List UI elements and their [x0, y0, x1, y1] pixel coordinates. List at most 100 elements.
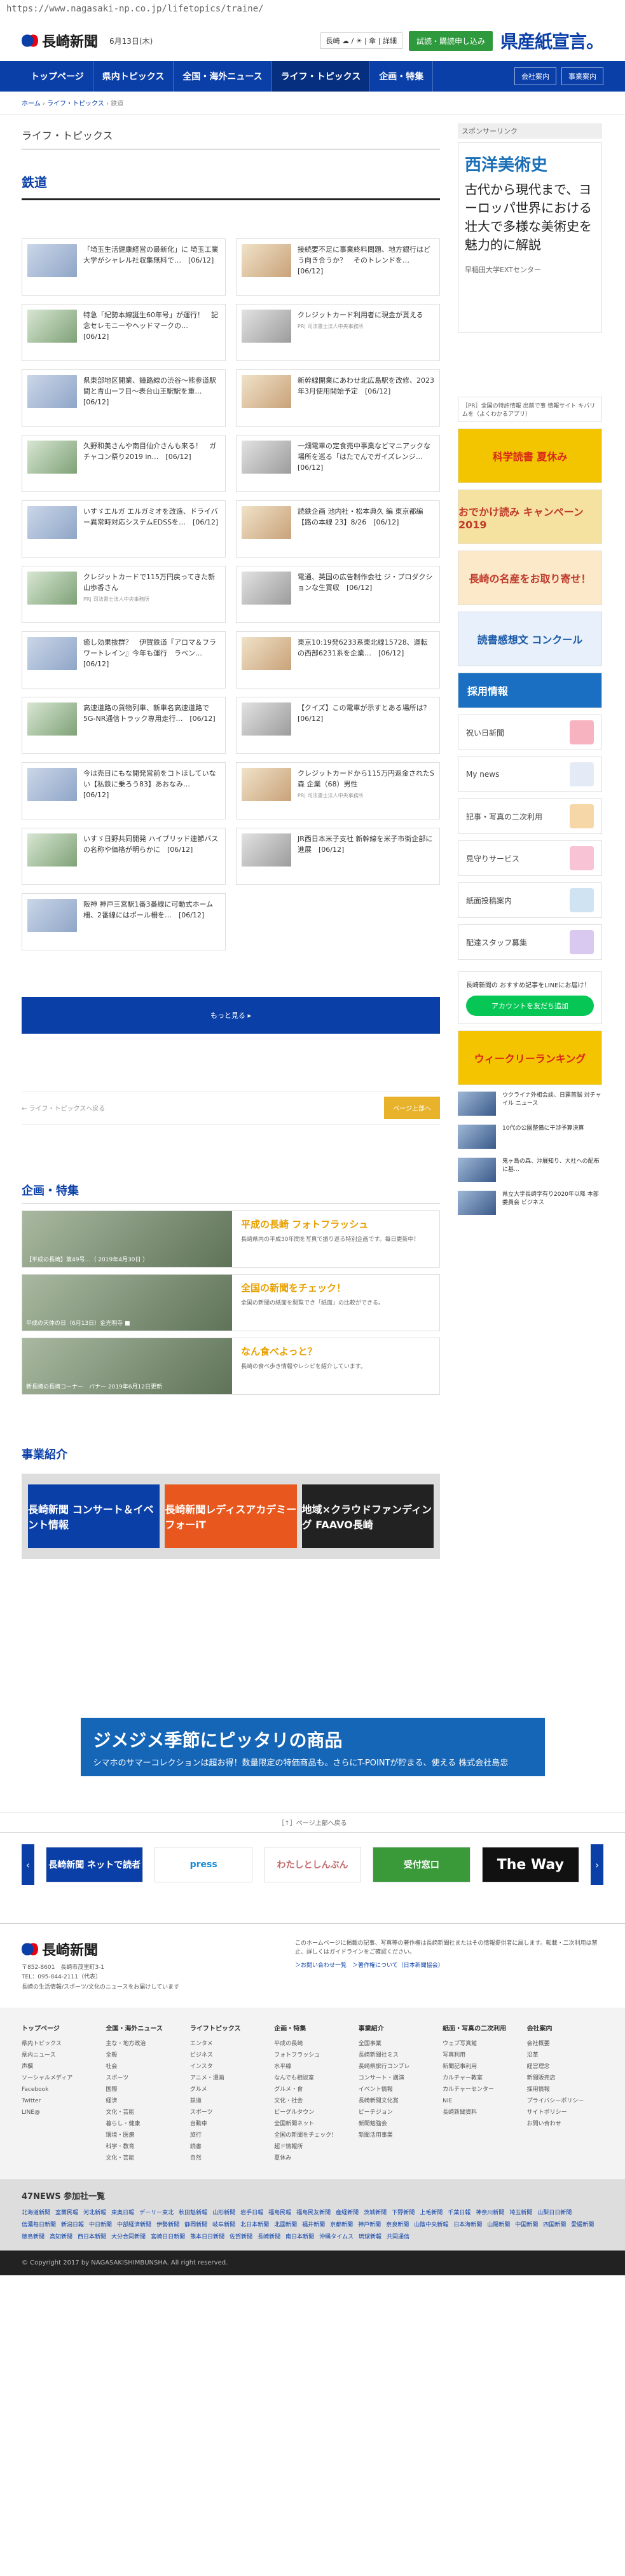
sitemap-link[interactable]: 全国事業: [359, 2038, 435, 2050]
site-logo[interactable]: 長崎新聞: [22, 31, 98, 51]
sitemap-link[interactable]: 全国新聞ネット: [274, 2118, 350, 2130]
sitemap-link[interactable]: Facebook: [22, 2084, 98, 2095]
member-link[interactable]: 山梨日日新聞: [537, 2208, 572, 2216]
member-link[interactable]: 佐賀新聞: [230, 2232, 252, 2240]
recruit-banner[interactable]: 採用情報: [458, 673, 602, 708]
member-link[interactable]: 奈良新聞: [386, 2220, 409, 2228]
article-card[interactable]: 特急「紀勢本線誕生60年号」が運行！ 記念セレモニーやヘッドマークの… [06/…: [22, 304, 226, 361]
bottom-ad[interactable]: ジメジメ季節にピッタリの商品 シマホのサマーコレクションは超お得！数量限定の特価…: [80, 1718, 545, 1776]
sitemap-link[interactable]: 自然: [190, 2153, 266, 2164]
member-link[interactable]: 沖縄タイムス: [319, 2232, 354, 2240]
sitemap-link[interactable]: 新聞活用事業: [359, 2130, 435, 2141]
sitemap-link[interactable]: 鉄道: [190, 2095, 266, 2107]
article-card[interactable]: 電通、英国の広告制作会社 ジ・プロダクションな生買収 [06/12]: [236, 566, 440, 623]
sitemap-link[interactable]: 経済: [106, 2095, 182, 2107]
weather-widget[interactable]: 長崎 ☁ / ☀ | 傘 | 詳細: [320, 32, 402, 49]
sitemap-link[interactable]: 環境・医療: [106, 2130, 182, 2141]
sitemap-link[interactable]: 長崎新聞社ミス: [359, 2050, 435, 2061]
member-link[interactable]: 伊勢新聞: [156, 2220, 179, 2228]
member-link[interactable]: 北海道新聞: [22, 2208, 50, 2216]
article-card[interactable]: いすゞエルガ エルガミオを改造、ドライバー異常時対応システムEDSSを… [06…: [22, 500, 226, 558]
sitemap-link[interactable]: 超ド情報所: [274, 2141, 350, 2153]
partner-banner[interactable]: The Way: [481, 1847, 580, 1882]
service-link[interactable]: 紙面投稿案内: [458, 882, 602, 918]
breadcrumb-life[interactable]: ライフ・トピックス: [47, 100, 104, 107]
member-link[interactable]: 河北新報: [83, 2208, 106, 2216]
sitemap-link[interactable]: Twitter: [22, 2095, 98, 2107]
sitemap-link[interactable]: 国際: [106, 2084, 182, 2095]
sitemap-link[interactable]: NIE: [443, 2095, 519, 2107]
member-link[interactable]: 福井新聞: [302, 2220, 325, 2228]
feature-card[interactable]: 平成の天体の日（6月13日）金光明寺 ■ 全国の新聞をチェック！ 全国の新聞の紙面を…: [22, 1274, 440, 1331]
sitemap-link[interactable]: 採用情報: [527, 2084, 603, 2095]
member-link[interactable]: 上毛新聞: [420, 2208, 443, 2216]
side-news-item[interactable]: ウクライナ外相会談、日露首脳 対チャイル ニュース: [458, 1092, 602, 1116]
business-slide[interactable]: 長崎新聞 コンサート＆イベント情報: [28, 1484, 160, 1548]
member-link[interactable]: 長崎新聞: [258, 2232, 280, 2240]
member-link[interactable]: 静岡新聞: [184, 2220, 207, 2228]
sitemap-link[interactable]: アニメ・漫画: [190, 2072, 266, 2084]
article-card[interactable]: クレジットカードから115万円返金されたS森 企業（68）男性 PR| 司法書士法…: [236, 762, 440, 819]
sitemap-link[interactable]: インスタ: [190, 2061, 266, 2072]
sitemap-link[interactable]: プライバシーポリシー: [527, 2095, 603, 2107]
article-card[interactable]: 久野和美さんや南目仙介さんも来る！ ガチャコン祭り2019 in… [06/12…: [22, 435, 226, 492]
sitemap-heading[interactable]: 会社案内: [527, 2023, 603, 2036]
back-link[interactable]: ← ライフ・トピックスへ戻る: [22, 1103, 105, 1113]
member-link[interactable]: 共同通信: [387, 2232, 409, 2240]
sitemap-heading[interactable]: 企画・特集: [274, 2023, 350, 2036]
member-link[interactable]: 徳島新聞: [22, 2232, 45, 2240]
member-link[interactable]: 室蘭民報: [55, 2208, 78, 2216]
member-link[interactable]: 千葉日報: [448, 2208, 470, 2216]
side-news-item[interactable]: 鬼ヶ島の森、沖展知り、大社への配布に基…: [458, 1158, 602, 1182]
member-link[interactable]: 岩手日報: [240, 2208, 263, 2216]
sitemap-heading[interactable]: トップページ: [22, 2023, 98, 2036]
sitemap-link[interactable]: 全国の新聞をチェック！: [274, 2130, 350, 2141]
member-link[interactable]: 熊本日日新聞: [190, 2232, 224, 2240]
sitemap-link[interactable]: コンサート・講演: [359, 2072, 435, 2084]
member-link[interactable]: 中国新聞: [515, 2220, 538, 2228]
sitemap-heading[interactable]: ライフトピックス: [190, 2023, 266, 2036]
sitemap-link[interactable]: 県内トピックス: [22, 2038, 98, 2050]
carousel-next-icon[interactable]: ›: [591, 1844, 604, 1885]
member-link[interactable]: 新潟日報: [61, 2220, 84, 2228]
member-link[interactable]: デーリー東北: [139, 2208, 174, 2216]
sitemap-link[interactable]: 会社概要: [527, 2038, 603, 2050]
sitemap-link[interactable]: エンタメ: [190, 2038, 266, 2050]
sitemap-link[interactable]: カルチャー教室: [443, 2072, 519, 2084]
carousel-prev-icon[interactable]: ‹: [22, 1844, 34, 1885]
sitemap-heading[interactable]: 事業紹介: [359, 2023, 435, 2036]
company-link[interactable]: 会社案内: [514, 67, 556, 85]
sitemap-link[interactable]: 全般: [106, 2050, 182, 2061]
partner-banner[interactable]: press: [155, 1847, 252, 1882]
article-card[interactable]: いすゞ日野共同開発 ハイブリッド連節バスの名称や価格が明らかに [06/12]: [22, 828, 226, 885]
member-link[interactable]: 下野新聞: [392, 2208, 415, 2216]
member-link[interactable]: 福島民報: [268, 2208, 291, 2216]
sitemap-link[interactable]: 読書: [190, 2141, 266, 2153]
sitemap-link[interactable]: 主な・地方政治: [106, 2038, 182, 2050]
article-card[interactable]: 高速道路の貨物列車、新車名高速道路で5G-NR通信トラック専用走行… [06/1…: [22, 697, 226, 754]
sitemap-link[interactable]: 夏休み: [274, 2153, 350, 2164]
sitemap-link[interactable]: 水平線: [274, 2061, 350, 2072]
article-card[interactable]: 読鉄企画 池内社・松本典久 編 東京都編【路の本線 23】8/26 [06/12…: [236, 500, 440, 558]
member-link[interactable]: 中日新聞: [89, 2220, 112, 2228]
partner-banner[interactable]: 受付窓口: [373, 1847, 470, 1882]
page-top-button[interactable]: ページ上部へ: [384, 1097, 440, 1119]
sitemap-link[interactable]: 新聞勉強会: [359, 2118, 435, 2130]
member-link[interactable]: 山陽新聞: [487, 2220, 510, 2228]
service-link[interactable]: 祝い日新聞: [458, 715, 602, 750]
promo-banner[interactable]: 長崎の名産をお取り寄せ！: [458, 551, 602, 605]
member-link[interactable]: 神戸新聞: [358, 2220, 381, 2228]
sitemap-link[interactable]: ウェブ写真館: [443, 2038, 519, 2050]
article-card[interactable]: クレジットカード利用者に現金が貰える PR| 司法書士法人中央事務所: [236, 304, 440, 361]
article-card[interactable]: 東京10:19発6233系東北線15728、運転の西部6231系を企業… [06…: [236, 631, 440, 689]
article-card[interactable]: 接続要不足に事業終料問題、地方銀行はどう向き合うか？ そのトレンドを… [06/…: [236, 238, 440, 296]
nav-top[interactable]: トップページ: [22, 61, 93, 92]
breadcrumb-home[interactable]: ホーム: [22, 100, 41, 107]
sponsor-ad[interactable]: 西洋美術史 古代から現代まで、ヨーロッパ世界における壮大で多様な美術史を魅力的に…: [458, 142, 602, 333]
footer-logo[interactable]: 長崎新聞: [22, 1939, 276, 1959]
article-card[interactable]: 新幹線開業にあわせ北広島駅を改修、2023年3月使用開始予定 [06/12]: [236, 369, 440, 427]
member-link[interactable]: 東奥日報: [111, 2208, 134, 2216]
sitemap-link[interactable]: 長崎県旅行コンブレ: [359, 2061, 435, 2072]
business-link[interactable]: 事業案内: [561, 67, 603, 85]
sitemap-link[interactable]: 長崎新聞資料: [443, 2107, 519, 2118]
